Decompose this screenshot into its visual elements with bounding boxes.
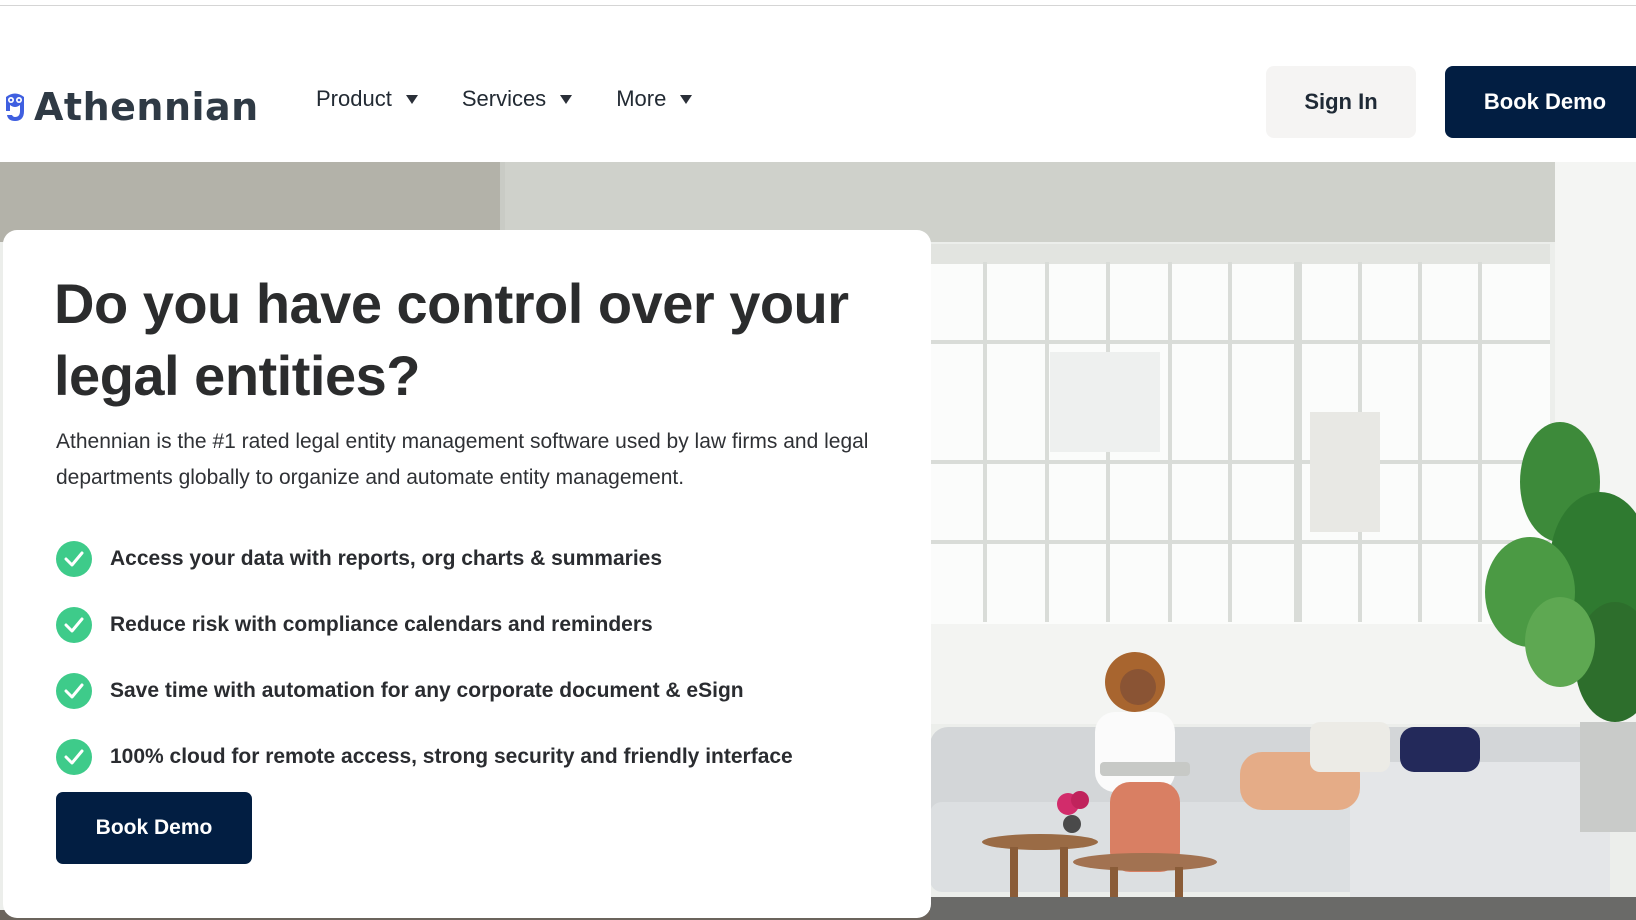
feature-text: Save time with automation for any corpor… <box>110 679 744 702</box>
nav-services[interactable]: Services <box>461 86 573 112</box>
sign-in-button[interactable]: Sign In <box>1266 66 1416 138</box>
brand-name: Athennian <box>34 85 259 129</box>
feature-list: Access your data with reports, org chart… <box>56 526 916 790</box>
feature-text: Reduce risk with compliance calendars an… <box>110 613 653 636</box>
nav-more-label: More <box>616 86 667 111</box>
hero-book-demo-button[interactable]: Book Demo <box>56 792 252 864</box>
owl-logo-icon <box>6 93 24 121</box>
check-circle-icon <box>56 673 92 709</box>
caret-down-icon <box>680 94 693 104</box>
hero-headline: Do you have control over your legal enti… <box>54 272 849 407</box>
feature-item: Reduce risk with compliance calendars an… <box>56 592 916 658</box>
check-circle-icon <box>56 541 92 577</box>
feature-text: Access your data with reports, org chart… <box>110 547 663 570</box>
feature-item: Save time with automation for any corpor… <box>56 658 916 724</box>
check-circle-icon <box>56 607 92 643</box>
hero-description: Athennian is the #1 rated legal entity m… <box>56 430 869 489</box>
feature-item: Access your data with reports, org chart… <box>56 526 916 592</box>
feature-item: 100% cloud for remote access, strong sec… <box>56 724 916 790</box>
header-book-demo-button[interactable]: Book Demo <box>1445 66 1636 138</box>
brand-logo[interactable]: Athennian <box>4 82 259 132</box>
nav-more[interactable]: More <box>616 86 693 112</box>
check-circle-icon <box>56 739 92 775</box>
caret-down-icon <box>560 94 573 104</box>
feature-text: 100% cloud for remote access, strong sec… <box>110 745 793 768</box>
nav-services-label: Services <box>461 86 547 111</box>
site-header: Athennian Product Services More Sign In … <box>0 6 1636 162</box>
caret-down-icon <box>405 94 418 104</box>
main-nav: Product Services More <box>316 86 736 112</box>
nav-product-label: Product <box>316 86 392 111</box>
nav-product[interactable]: Product <box>316 86 418 112</box>
